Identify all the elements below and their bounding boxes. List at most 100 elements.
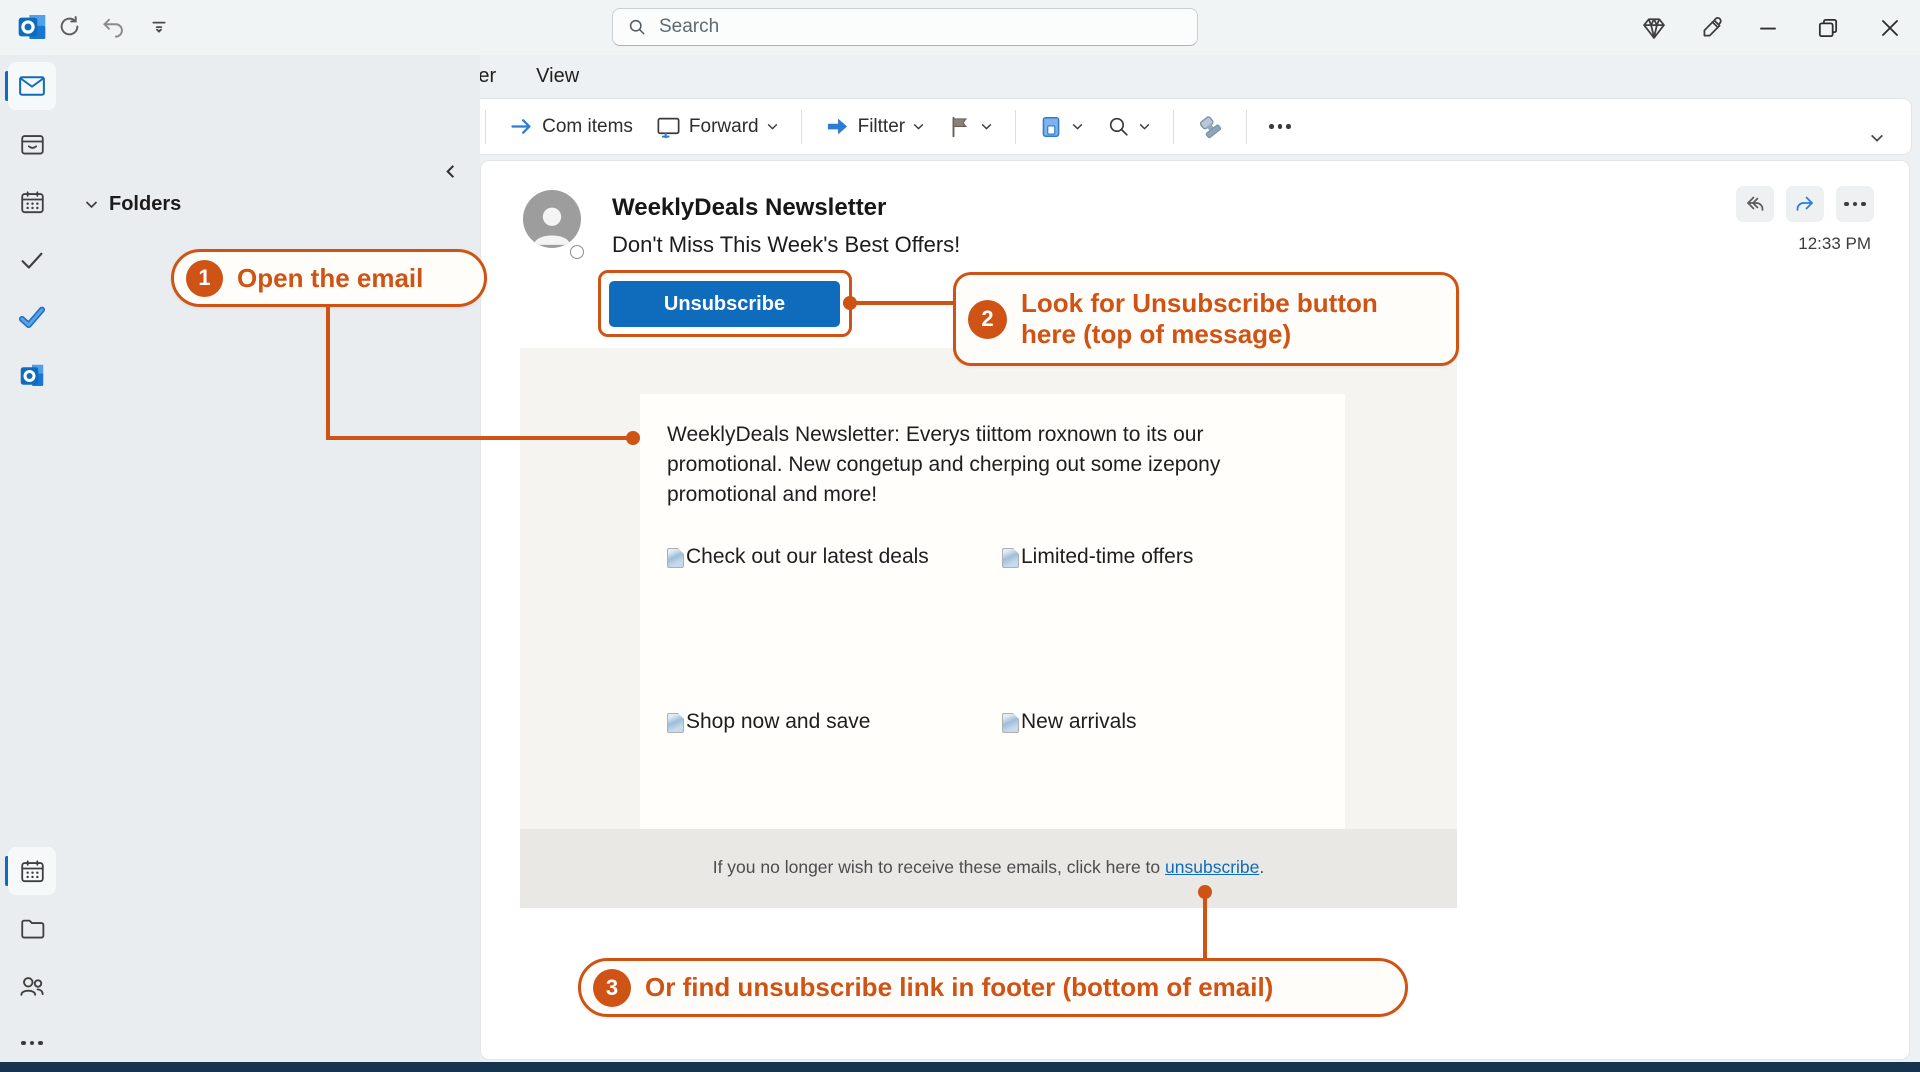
chevron-down-icon — [1071, 120, 1084, 133]
collapse-pane-button[interactable] — [442, 163, 459, 180]
window-bottom-edge — [0, 1062, 1920, 1072]
stamp-button[interactable] — [1188, 107, 1232, 147]
filter-label: Filtter — [858, 116, 906, 138]
broken-image-icon — [667, 713, 684, 733]
image-alt-text: Check out our latest deals — [686, 545, 929, 569]
sender-avatar — [523, 190, 581, 248]
sender-name: WeeklyDeals Newsletter — [612, 194, 886, 222]
unsubscribe-highlight-box — [598, 270, 852, 337]
annotation-connector-line — [326, 436, 631, 440]
flag-button[interactable] — [939, 108, 1001, 146]
step-2-label: Look for Unsubscribe button here (top of… — [1021, 288, 1421, 350]
step-1-label: Open the email — [237, 263, 423, 294]
toolbar-divider — [801, 110, 802, 144]
chevron-down-icon — [980, 120, 993, 133]
send-to-onenote-button[interactable] — [1030, 108, 1092, 146]
forward-label: Forward — [689, 116, 759, 138]
title-bar — [0, 0, 1920, 55]
checkmark-icon — [17, 245, 47, 275]
nav-more[interactable] — [8, 1019, 56, 1067]
clipboard-icon — [1038, 114, 1064, 140]
annotation-step-3: 3 Or find unsubscribe link in footer (bo… — [578, 958, 1408, 1017]
annotation-connector-line — [326, 307, 330, 438]
forward-button[interactable]: Forward — [647, 107, 787, 146]
search-input[interactable] — [659, 16, 1183, 38]
com-items-label: Com items — [542, 116, 633, 138]
step-3-label: Or find unsubscribe link in footer (bott… — [645, 972, 1273, 1003]
filter-button[interactable]: Filtter — [816, 107, 934, 146]
stamp-icon — [1196, 113, 1224, 141]
chevron-down-icon — [1869, 130, 1885, 146]
message-more-button[interactable] — [1836, 186, 1874, 222]
toolbar-divider — [1015, 110, 1016, 144]
mail-icon — [17, 71, 47, 101]
search-tool-button[interactable] — [1098, 108, 1159, 145]
annotation-connector-line — [855, 301, 955, 305]
premium-gem-icon[interactable] — [1640, 14, 1668, 42]
chevron-left-icon — [442, 163, 459, 180]
reply-all-button[interactable] — [1736, 186, 1774, 222]
quick-access-toolbar-icon[interactable] — [150, 17, 168, 35]
annotation-step-1: 1 Open the email — [171, 249, 487, 307]
undo-icon[interactable] — [100, 13, 127, 40]
nav-folders[interactable] — [8, 904, 56, 952]
restore-window-icon[interactable] — [1814, 14, 1842, 42]
image-alt-text: Shop now and save — [686, 710, 870, 734]
chevron-down-icon — [1138, 120, 1151, 133]
outlook-logo-icon — [17, 361, 47, 391]
toolbar-divider — [485, 110, 486, 144]
email-image-placeholder: Shop now and save — [667, 710, 870, 734]
filter-arrow-icon — [824, 113, 851, 140]
search-bar[interactable] — [612, 8, 1198, 46]
nav-archive[interactable] — [8, 120, 56, 168]
archive-icon — [18, 130, 47, 159]
people-icon — [17, 971, 47, 1001]
person-icon — [526, 198, 578, 248]
image-alt-text: New arrivals — [1021, 710, 1137, 734]
more-commands-button[interactable] — [1261, 118, 1299, 135]
message-timestamp: 12:33 PM — [1700, 234, 1871, 254]
nav-people[interactable] — [8, 962, 56, 1010]
email-footer: If you no longer wish to receive these e… — [520, 829, 1457, 908]
flag-icon — [947, 114, 973, 140]
left-panel-background — [0, 55, 480, 1062]
calendar-icon — [18, 857, 47, 886]
nav-tasks[interactable] — [8, 236, 56, 284]
outlook-app-icon — [16, 11, 48, 43]
chevron-down-icon — [766, 120, 779, 133]
forward-message-button[interactable] — [1786, 186, 1824, 222]
nav-calendar-bottom[interactable] — [8, 847, 56, 895]
close-icon[interactable] — [1876, 14, 1904, 42]
chevron-down-icon — [912, 120, 925, 133]
more-ellipsis-icon — [1269, 124, 1291, 129]
nav-outlook-apps[interactable] — [8, 352, 56, 400]
nav-todo-app[interactable] — [8, 293, 56, 341]
email-image-placeholder: New arrivals — [1002, 710, 1137, 734]
folders-header[interactable]: Folders — [84, 193, 181, 216]
folders-title: Folders — [109, 193, 181, 216]
step-2-badge: 2 — [968, 300, 1007, 339]
sync-icon[interactable] — [56, 13, 83, 40]
tab-view[interactable]: View — [532, 63, 583, 90]
magnifier-icon — [1106, 114, 1131, 139]
minimize-icon[interactable] — [1754, 14, 1782, 42]
com-items-button[interactable]: Com items — [500, 107, 641, 146]
broken-image-icon — [1002, 548, 1019, 568]
nav-calendar[interactable] — [8, 178, 56, 226]
presence-indicator — [570, 245, 584, 259]
image-alt-text: Limited-time offers — [1021, 545, 1193, 569]
reply-all-icon — [1743, 192, 1767, 216]
toolbar-divider — [1173, 110, 1174, 144]
email-body-text: WeeklyDeals Newsletter: Everys tiittom r… — [667, 420, 1302, 510]
nav-mail[interactable] — [8, 62, 56, 110]
annotation-connector-line — [1203, 896, 1207, 958]
unsubscribe-link[interactable]: unsubscribe — [1165, 857, 1259, 877]
annotation-step-2: 2 Look for Unsubscribe button here (top … — [953, 272, 1459, 366]
email-image-placeholder: Check out our latest deals — [667, 545, 929, 569]
broken-image-icon — [667, 548, 684, 568]
more-ellipsis-icon — [21, 1041, 43, 1046]
edit-pencil-icon[interactable] — [1698, 14, 1726, 42]
broken-image-icon — [1002, 713, 1019, 733]
footer-text: If you no longer wish to receive these e… — [713, 857, 1165, 877]
ribbon-collapse-button[interactable] — [1861, 124, 1893, 152]
